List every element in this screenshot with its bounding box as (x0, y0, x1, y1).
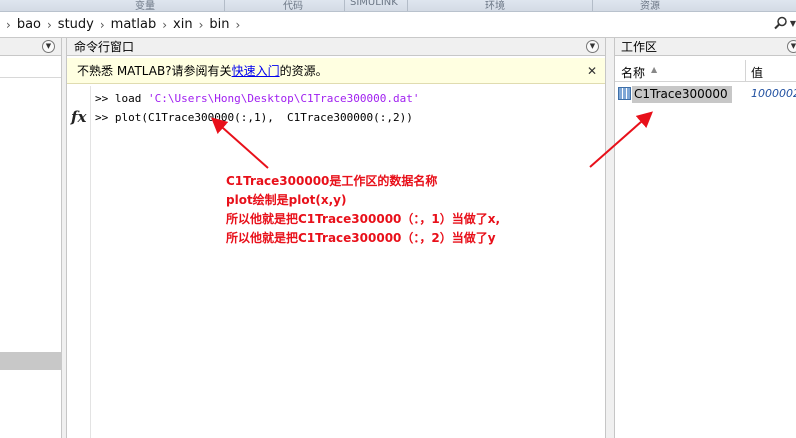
workspace-variable-row[interactable]: C1Trace300000 1000002 (615, 85, 796, 103)
notice-text-suffix: 的资源。 (279, 64, 328, 78)
workspace-column-header: 名称 ▲ 值 (615, 60, 796, 82)
close-icon[interactable]: ✕ (587, 58, 597, 84)
panel-menu-icon[interactable]: ▼ (42, 40, 55, 53)
annotation-line: C1Trace300000是工作区的数据名称 (226, 174, 438, 188)
variable-name[interactable]: C1Trace300000 (632, 86, 732, 103)
ribbon-tab-simulink[interactable]: SIMULINK (350, 0, 398, 8)
current-folder-header: ▼ (0, 38, 61, 56)
command-prompt: >> (95, 111, 109, 124)
ribbon-tab-environment[interactable]: 环境 (485, 0, 505, 11)
workspace-header: 工作区 ▼ (615, 38, 796, 56)
command-window-header: 命令行窗口 ▼ (67, 38, 605, 56)
column-header-value[interactable]: 值 (751, 64, 763, 81)
workspace-title: 工作区 (621, 40, 658, 54)
breadcrumb-item-xin[interactable]: xin (173, 17, 193, 32)
address-bar[interactable]: › bao › study › matlab › xin › bin › ▼ (0, 12, 796, 38)
matrix-variable-icon (618, 87, 631, 100)
notice-text-prefix: 不熟悉 MATLAB?请参阅有关 (77, 64, 232, 78)
variable-value: 1000002 (751, 87, 796, 100)
annotation-line: 所以他就是把C1Trace300000（：，1）当做了x, (226, 212, 501, 226)
chevron-down-icon[interactable]: ▼ (790, 19, 796, 28)
ribbon-tabs-strip: 变量 代码 SIMULINK 环境 资源 (0, 0, 796, 12)
chevron-right-icon: › (99, 17, 105, 32)
chevron-right-icon: › (46, 17, 52, 32)
getting-started-notice: 不熟悉 MATLAB?请参阅有关快速入门的资源。 ✕ (67, 58, 605, 84)
horizontal-scrollbar[interactable] (0, 352, 62, 370)
current-folder-column-header (0, 56, 61, 78)
function-browser-gutter: fx (67, 86, 91, 438)
annotation-line: plot绘制是plot(x,y) (226, 193, 347, 207)
chevron-right-icon: › (198, 17, 204, 32)
ribbon-tab-resources[interactable]: 资源 (640, 0, 660, 11)
chevron-right-icon: › (6, 17, 11, 32)
red-annotation: C1Trace300000是工作区的数据名称 plot绘制是plot(x,y) … (226, 172, 500, 248)
getting-started-link[interactable]: 快速入门 (232, 64, 280, 78)
column-header-name[interactable]: 名称 (621, 64, 645, 81)
breadcrumb-item-study[interactable]: study (58, 17, 94, 32)
panel-menu-icon[interactable]: ▼ (787, 40, 796, 53)
current-folder-panel: ▼ (0, 38, 62, 438)
command-string-literal: 'C:\Users\Hong\Desktop\C1Trace300000.dat… (148, 92, 420, 105)
breadcrumb-item-bao[interactable]: bao (17, 17, 41, 32)
ribbon-tab-variable[interactable]: 变量 (135, 0, 155, 11)
command-history-line: >> load 'C:\Users\Hong\Desktop\C1Trace30… (95, 92, 420, 105)
chevron-right-icon: › (235, 17, 241, 32)
sort-ascending-icon: ▲ (651, 65, 658, 74)
command-input-line[interactable]: >> plot(C1Trace300000(:,1), C1Trace30000… (95, 111, 413, 124)
panel-menu-icon[interactable]: ▼ (586, 40, 599, 53)
command-window-title: 命令行窗口 (74, 40, 135, 54)
ribbon-tab-code[interactable]: 代码 (283, 0, 303, 11)
breadcrumb: › bao › study › matlab › xin › bin › (0, 17, 246, 32)
workspace-panel: 工作区 ▼ 名称 ▲ 值 C1Trace300000 1000002 (614, 38, 796, 438)
breadcrumb-item-matlab[interactable]: matlab (111, 17, 157, 32)
command-text: plot(C1Trace300000(:,1), C1Trace300000(:… (114, 111, 413, 124)
breadcrumb-item-bin[interactable]: bin (209, 17, 229, 32)
annotation-line: 所以他就是把C1Trace300000（：，2）当做了y (226, 231, 496, 245)
chevron-right-icon: › (162, 17, 168, 32)
function-browser-icon[interactable]: fx (71, 108, 86, 126)
command-prompt: >> (95, 92, 109, 105)
command-text: load (114, 92, 148, 105)
search-icon[interactable] (774, 16, 788, 34)
